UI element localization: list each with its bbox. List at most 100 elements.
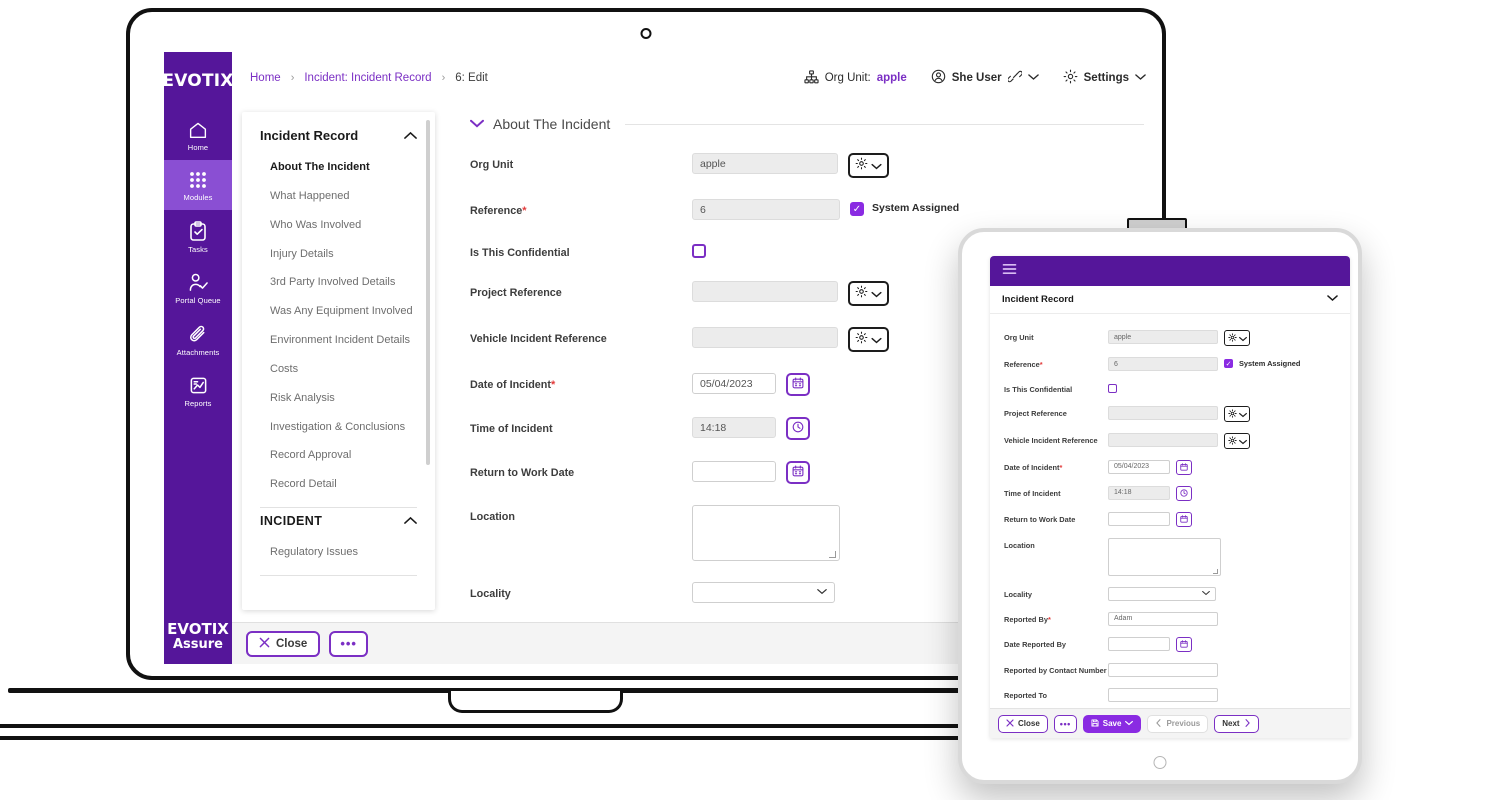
tablet-home-button[interactable] <box>1153 756 1167 769</box>
locality-select[interactable] <box>692 582 835 604</box>
tablet-location-textarea[interactable] <box>1108 537 1221 576</box>
tablet-date-of-incident-label: Date of Incident* <box>1004 460 1108 473</box>
tablet-field-row-reported-by-contact-number: Reported by Contact Number <box>1004 662 1336 677</box>
tablet-device: Incident Record Org Unit apple Reference… <box>958 228 1362 784</box>
system-assigned-checkbox[interactable]: ✓ <box>850 202 864 216</box>
date-of-incident-calendar-button[interactable] <box>786 373 810 397</box>
sidebar-item-injury-details[interactable]: Injury Details <box>260 240 417 269</box>
sidebar-item-risk-analysis[interactable]: Risk Analysis <box>260 384 417 413</box>
sidebar-item-portal-queue[interactable]: Portal Queue <box>164 262 232 313</box>
tablet-org-unit-input[interactable]: apple <box>1108 330 1218 344</box>
org-unit-value: apple <box>876 72 907 84</box>
link-badge-icon <box>1006 70 1023 86</box>
tablet-reference-input[interactable]: 6 <box>1108 357 1218 371</box>
sidebar-item-regulatory-issues[interactable]: Regulatory Issues <box>260 538 417 567</box>
tablet-time-of-incident-input[interactable]: 14:18 <box>1108 485 1170 500</box>
section-group-incident-header[interactable]: INCIDENT <box>260 510 417 538</box>
reference-input[interactable]: 6 <box>692 199 840 220</box>
tablet-return-to-work-control <box>1108 511 1192 527</box>
org-unit-selector[interactable]: Org Unit: apple <box>804 69 907 87</box>
sidebar-item-record-detail[interactable]: Record Detail <box>260 470 417 499</box>
hamburger-icon[interactable] <box>1002 262 1017 280</box>
sidebar-item-3rd-party-involved-details[interactable]: 3rd Party Involved Details <box>260 268 417 297</box>
required-marker: * <box>550 379 556 392</box>
user-menu[interactable]: She User <box>931 69 1039 87</box>
time-of-incident-input[interactable]: 14:18 <box>692 417 776 439</box>
tablet-record-header[interactable]: Incident Record <box>990 286 1350 314</box>
tablet-date-of-incident-input[interactable]: 05/04/2023 <box>1108 459 1170 474</box>
sidebar-item-reports[interactable]: Reports <box>164 365 232 416</box>
form-section-header[interactable]: About The Incident <box>470 112 1162 132</box>
sidebar-item-what-happened[interactable]: What Happened <box>260 182 417 211</box>
breadcrumb-item-home[interactable]: Home <box>250 72 281 84</box>
page-title: About The Incident <box>493 116 611 132</box>
vehicle-reference-input[interactable] <box>692 327 838 349</box>
tablet-system-assigned-checkbox[interactable]: ✓ <box>1224 359 1233 368</box>
date-of-incident-input[interactable]: 05/04/2023 <box>692 373 776 395</box>
sidebar-item-record-approval[interactable]: Record Approval <box>260 441 417 470</box>
confidential-checkbox[interactable] <box>692 244 706 258</box>
breadcrumb-item-incident-record[interactable]: Incident: Incident Record <box>304 72 431 84</box>
tablet-return-to-work-input[interactable] <box>1108 511 1170 526</box>
org-unit-input[interactable]: apple <box>692 153 838 174</box>
tablet-save-button[interactable]: Save <box>1082 714 1142 733</box>
tablet-field-row-time-of-incident: Time of Incident 14:18 <box>1004 485 1336 501</box>
breadcrumb-separator-icon: › <box>441 72 446 84</box>
return-to-work-label: Return to Work Date <box>470 467 575 480</box>
sidebar-item-home[interactable]: Home <box>164 110 232 160</box>
reference-label: Reference* <box>470 199 692 218</box>
settings-menu[interactable]: Settings <box>1063 69 1146 87</box>
return-to-work-input[interactable] <box>692 461 776 483</box>
org-unit-label: Org Unit: <box>824 72 871 84</box>
tablet-close-button[interactable]: Close <box>998 714 1048 733</box>
tablet-reported-to-input[interactable] <box>1108 687 1218 702</box>
sidebar-item-investigation-conclusions[interactable]: Investigation & Conclusions <box>260 413 417 442</box>
sidebar-item-attachments[interactable]: Attachments <box>164 313 232 365</box>
sidebar-item-was-any-equipment-involved[interactable]: Was Any Equipment Involved <box>260 297 417 326</box>
tablet-previous-button[interactable]: Previous <box>1147 714 1209 733</box>
org-unit-picker-button[interactable] <box>848 153 889 178</box>
tablet-vehicle-reference-input[interactable] <box>1108 432 1218 447</box>
project-reference-input[interactable] <box>692 281 838 303</box>
sidebar-item-who-was-involved[interactable]: Who Was Involved <box>260 211 417 240</box>
tablet-more-options-button[interactable]: ••• <box>1053 714 1077 733</box>
tablet-return-to-work-calendar-button[interactable] <box>1176 511 1192 527</box>
tablet-locality-select[interactable] <box>1108 586 1216 601</box>
tablet-contact-number-input[interactable] <box>1108 662 1218 677</box>
project-reference-picker-button[interactable] <box>848 281 889 307</box>
section-group-incident-record-header[interactable]: Incident Record <box>260 124 417 153</box>
laptop-camera-icon <box>640 28 652 39</box>
sidebar-item-modules[interactable]: Modules <box>164 160 232 210</box>
tablet-org-unit-picker-button[interactable] <box>1224 330 1250 346</box>
sidebar-item-environment-incident-details[interactable]: Environment Incident Details <box>260 326 417 355</box>
vehicle-reference-picker-button[interactable] <box>848 327 889 353</box>
sidebar-item-about-the-incident[interactable]: About The Incident <box>260 153 417 182</box>
section-group-incident-title: INCIDENT <box>260 514 323 529</box>
tablet-reported-by-input[interactable]: Adam <box>1108 611 1218 626</box>
location-textarea[interactable] <box>692 505 840 562</box>
chevron-down-icon <box>1327 294 1338 305</box>
org-chart-icon <box>804 69 819 87</box>
sidebar-item-tasks[interactable]: Tasks <box>164 210 232 262</box>
time-of-incident-clock-button[interactable] <box>786 417 810 441</box>
tablet-project-reference-picker-button[interactable] <box>1224 405 1250 422</box>
tablet-date-of-incident-calendar-button[interactable] <box>1176 459 1192 475</box>
section-nav-list: About The Incident What Happened Who Was… <box>260 153 417 499</box>
tablet-save-button-label: Save <box>1102 719 1122 728</box>
return-to-work-calendar-button[interactable] <box>786 461 810 485</box>
close-button[interactable]: Close <box>246 630 321 657</box>
tablet-vehicle-reference-picker-button[interactable] <box>1224 432 1250 450</box>
tablet-next-button[interactable]: Next <box>1214 714 1259 733</box>
tablet-time-of-incident-clock-button[interactable] <box>1176 485 1192 501</box>
tablet-project-reference-input[interactable] <box>1108 405 1218 420</box>
chevron-up-icon <box>404 128 417 143</box>
close-icon <box>1006 718 1014 729</box>
screenshot-stage: EVOTIX Home Modules Tasks Portal Queue A… <box>0 0 1500 800</box>
tablet-date-reported-by-input[interactable] <box>1108 636 1170 651</box>
section-nav-scrollbar[interactable] <box>426 120 430 465</box>
tablet-date-reported-by-calendar-button[interactable] <box>1176 636 1192 652</box>
tablet-confidential-checkbox[interactable] <box>1108 384 1117 393</box>
more-options-button[interactable]: ••• <box>329 630 368 657</box>
gear-icon <box>1227 432 1237 450</box>
sidebar-item-costs[interactable]: Costs <box>260 355 417 384</box>
